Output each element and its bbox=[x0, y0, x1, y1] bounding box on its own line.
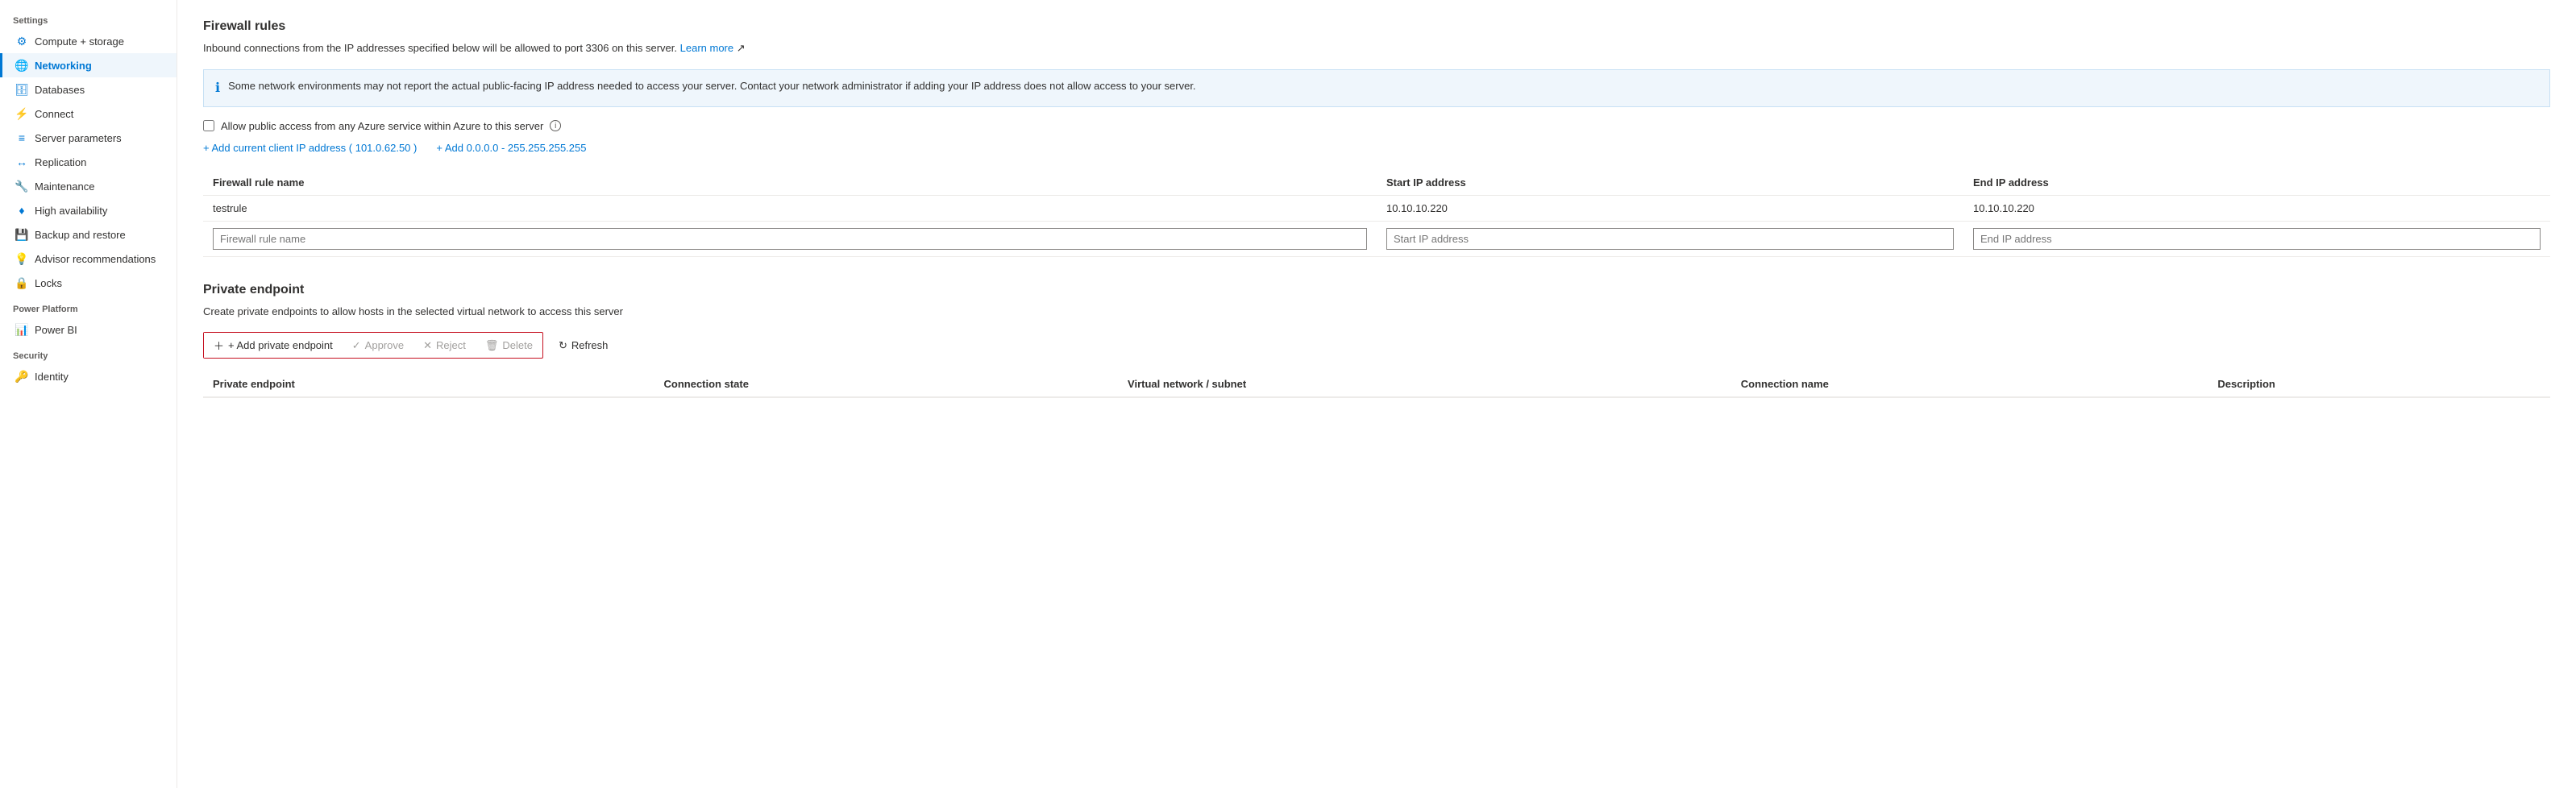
maintenance-icon: 🔧 bbox=[15, 180, 28, 193]
pe-col-endpoint: Private endpoint bbox=[203, 371, 654, 397]
add-private-endpoint-button[interactable]: ＋ + Add private endpoint bbox=[204, 333, 343, 358]
sidebar-label-compute-storage: Compute + storage bbox=[35, 35, 124, 48]
add-range-link[interactable]: + Add 0.0.0.0 - 255.255.255.255 bbox=[436, 142, 586, 154]
fw-col-end: End IP address bbox=[1963, 170, 2550, 196]
fw-new-row bbox=[203, 221, 2550, 256]
sidebar: Settings ⚙ Compute + storage 🌐 Networking 🗄 Da… bbox=[0, 0, 177, 788]
networking-icon: 🌐 bbox=[15, 59, 28, 72]
sidebar-item-maintenance[interactable]: 🔧 Maintenance bbox=[0, 174, 177, 198]
replication-icon: ↔ bbox=[15, 156, 28, 168]
sidebar-item-connect[interactable]: ⚡ Connect bbox=[0, 102, 177, 126]
refresh-icon: ↻ bbox=[559, 339, 567, 352]
sidebar-item-replication[interactable]: ↔ Replication bbox=[0, 150, 177, 174]
advisor-icon: 💡 bbox=[15, 252, 28, 265]
sidebar-item-identity[interactable]: 🔑 Identity bbox=[0, 364, 177, 388]
power-bi-icon: 📊 bbox=[15, 323, 28, 336]
backup-restore-icon: 💾 bbox=[15, 228, 28, 241]
fw-cell-name: testrule bbox=[203, 195, 1377, 221]
sidebar-label-backup-restore: Backup and restore bbox=[35, 229, 126, 241]
add-icon: ＋ bbox=[214, 338, 224, 353]
private-endpoint-table: Private endpoint Connection state Virtua… bbox=[203, 371, 2550, 398]
delete-icon: 🗑 bbox=[485, 339, 499, 352]
public-access-checkbox[interactable] bbox=[203, 120, 214, 131]
learn-more-link[interactable]: Learn more bbox=[680, 42, 733, 54]
databases-icon: 🗄 bbox=[15, 83, 28, 96]
identity-icon: 🔑 bbox=[15, 370, 28, 383]
sidebar-item-power-bi[interactable]: 📊 Power BI bbox=[0, 317, 177, 342]
compute-storage-icon: ⚙ bbox=[15, 35, 28, 48]
table-row: testrule10.10.10.22010.10.10.220 bbox=[203, 195, 2550, 221]
firewall-rules-table: Firewall rule name Start IP address End … bbox=[203, 170, 2550, 257]
approve-icon: ✓ bbox=[352, 339, 361, 352]
private-endpoint-title: Private endpoint bbox=[203, 283, 2550, 297]
sidebar-label-advisor: Advisor recommendations bbox=[35, 253, 156, 265]
fw-col-name: Firewall rule name bbox=[203, 170, 1377, 196]
pe-col-vnet: Virtual network / subnet bbox=[1118, 371, 1731, 397]
sidebar-item-server-parameters[interactable]: ≡ Server parameters bbox=[0, 126, 177, 150]
sidebar-label-databases: Databases bbox=[35, 84, 85, 96]
locks-icon: 🔒 bbox=[15, 276, 28, 289]
fw-input-name[interactable] bbox=[213, 228, 1367, 250]
pe-toolbar-group: ＋ + Add private endpoint ✓ Approve ✕ Rej… bbox=[203, 332, 543, 359]
firewall-rules-title: Firewall rules bbox=[203, 19, 2550, 34]
pe-col-state: Connection state bbox=[654, 371, 1119, 397]
public-access-row: Allow public access from any Azure servi… bbox=[203, 120, 2550, 132]
sidebar-item-advisor[interactable]: 💡 Advisor recommendations bbox=[0, 247, 177, 271]
sidebar-item-compute-storage[interactable]: ⚙ Compute + storage bbox=[0, 29, 177, 53]
sidebar-label-connect: Connect bbox=[35, 108, 73, 120]
reject-icon: ✕ bbox=[423, 339, 432, 352]
sidebar-label-server-parameters: Server parameters bbox=[35, 132, 122, 144]
fw-cell-start_ip: 10.10.10.220 bbox=[1377, 195, 1963, 221]
pe-col-desc: Description bbox=[2208, 371, 2550, 397]
sidebar-label-high-availability: High availability bbox=[35, 205, 107, 217]
sidebar-label-replication: Replication bbox=[35, 156, 86, 168]
reject-button[interactable]: ✕ Reject bbox=[413, 334, 476, 357]
public-access-info-icon: i bbox=[550, 120, 561, 131]
refresh-button[interactable]: ↻ Refresh bbox=[548, 334, 618, 358]
pe-col-connname: Connection name bbox=[1731, 371, 2208, 397]
sidebar-item-databases[interactable]: 🗄 Databases bbox=[0, 77, 177, 102]
firewall-rules-desc: Inbound connections from the IP addresse… bbox=[203, 40, 2550, 56]
private-endpoint-desc: Create private endpoints to allow hosts … bbox=[203, 304, 2550, 320]
info-icon: ℹ bbox=[215, 79, 220, 98]
sidebar-item-networking[interactable]: 🌐 Networking bbox=[0, 53, 177, 77]
fw-input-start_ip[interactable] bbox=[1386, 228, 1954, 250]
sidebar-label-maintenance: Maintenance bbox=[35, 180, 94, 193]
fw-cell-end_ip: 10.10.10.220 bbox=[1963, 195, 2550, 221]
sidebar-label-networking: Networking bbox=[35, 60, 92, 72]
approve-button[interactable]: ✓ Approve bbox=[343, 334, 413, 357]
sidebar-item-backup-restore[interactable]: 💾 Backup and restore bbox=[0, 222, 177, 247]
fw-col-start: Start IP address bbox=[1377, 170, 1963, 196]
sidebar-section-power-platform: Power Platform bbox=[0, 295, 177, 317]
pe-toolbar: ＋ + Add private endpoint ✓ Approve ✕ Rej… bbox=[203, 332, 2550, 359]
sidebar-label-locks: Locks bbox=[35, 277, 62, 289]
delete-button[interactable]: 🗑 Delete bbox=[476, 334, 542, 357]
sidebar-item-locks[interactable]: 🔒 Locks bbox=[0, 271, 177, 295]
public-access-label: Allow public access from any Azure servi… bbox=[221, 120, 543, 132]
add-ip-links-row: + Add current client IP address ( 101.0.… bbox=[203, 142, 2550, 154]
main-content: Firewall rules Inbound connections from … bbox=[177, 0, 2576, 788]
private-endpoint-section: Private endpoint Create private endpoint… bbox=[203, 283, 2550, 399]
sidebar-label-identity: Identity bbox=[35, 371, 69, 383]
sidebar-section-settings: Settings bbox=[0, 6, 177, 29]
sidebar-label-power-bi: Power BI bbox=[35, 324, 77, 336]
fw-input-end_ip[interactable] bbox=[1973, 228, 2541, 250]
info-box: ℹ Some network environments may not repo… bbox=[203, 69, 2550, 107]
connect-icon: ⚡ bbox=[15, 107, 28, 120]
server-parameters-icon: ≡ bbox=[15, 131, 28, 144]
add-client-ip-link[interactable]: + Add current client IP address ( 101.0.… bbox=[203, 142, 417, 154]
sidebar-item-high-availability[interactable]: ♦ High availability bbox=[0, 198, 177, 222]
high-availability-icon: ♦ bbox=[15, 204, 28, 217]
sidebar-section-security: Security bbox=[0, 342, 177, 364]
